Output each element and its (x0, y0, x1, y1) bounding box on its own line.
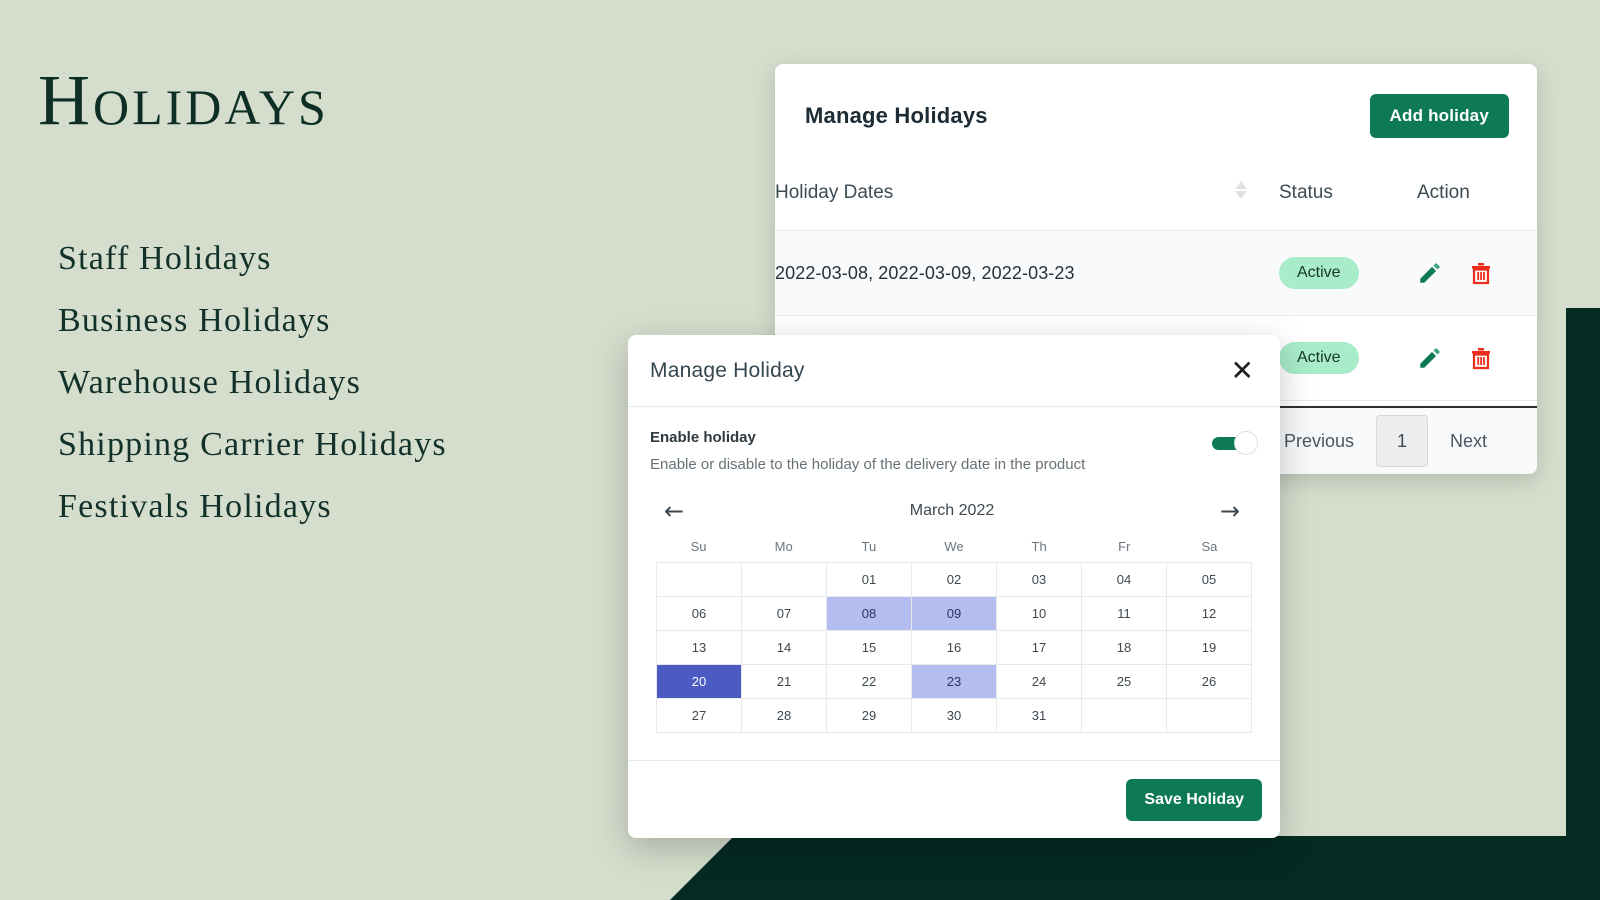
edit-pencil-icon[interactable] (1417, 260, 1443, 286)
holiday-type-list: Staff Holidays Business Holidays Warehou… (58, 228, 447, 538)
calendar-day-17[interactable]: 17 (997, 631, 1082, 665)
enable-holiday-label: Enable holiday (650, 429, 756, 446)
calendar-day-24[interactable]: 24 (997, 665, 1082, 699)
calendar-day-16[interactable]: 16 (912, 631, 997, 665)
calendar-day-30[interactable]: 30 (912, 699, 997, 733)
calendar-day-23[interactable]: 23 (912, 665, 997, 699)
column-sort-cell (1233, 168, 1279, 231)
modal-footer: Save Holiday (628, 760, 1280, 838)
weekday-label: Th (1031, 539, 1047, 554)
sort-arrows-icon[interactable] (1233, 178, 1249, 202)
list-item: Festivals Holidays (58, 488, 332, 525)
enable-holiday-row: Enable holiday Enable or disable to the … (650, 429, 1258, 473)
calendar-day-20[interactable]: 20 (657, 665, 742, 699)
weekday-label: Tu (861, 539, 877, 554)
calendar-empty-cell (657, 563, 742, 597)
calendar-day-27[interactable]: 27 (657, 699, 742, 733)
calendar-day-26[interactable]: 26 (1167, 665, 1252, 699)
weekday-label: Mo (774, 539, 793, 554)
calendar-day-22[interactable]: 22 (827, 665, 912, 699)
toggle-knob (1234, 431, 1258, 455)
delete-trash-icon[interactable] (1469, 260, 1493, 286)
calendar-empty-cell (1167, 699, 1252, 733)
table-row: 2022-03-08, 2022-03-09, 2022-03-23 Activ… (775, 230, 1537, 316)
manage-holiday-modal: Manage Holiday ✕ Enable holiday Enable o… (628, 335, 1280, 838)
status-badge: Active (1279, 342, 1359, 374)
calendar-weekday-row: Su Mo Tu We Th Fr Sa (650, 539, 1258, 554)
calendar: ← March 2022 → Su Mo Tu We Th Fr Sa 01 02… (650, 499, 1258, 733)
weekday-label: We (944, 539, 964, 554)
card-header: Manage Holidays Add holiday (775, 64, 1537, 168)
row-dates: 2022-03-08, 2022-03-09, 2022-03-23 (775, 230, 1233, 316)
calendar-month-label: March 2022 (909, 502, 995, 519)
modal-title: Manage Holiday (650, 358, 805, 382)
prev-month-arrow-icon[interactable]: ← (658, 499, 690, 523)
weekday-label: Fr (1118, 539, 1131, 554)
calendar-empty-cell (742, 563, 827, 597)
calendar-day-29[interactable]: 29 (827, 699, 912, 733)
calendar-nav: ← March 2022 → (650, 499, 1258, 523)
calendar-day-04[interactable]: 04 (1082, 563, 1167, 597)
calendar-day-02[interactable]: 02 (912, 563, 997, 597)
calendar-day-06[interactable]: 06 (657, 597, 742, 631)
calendar-day-05[interactable]: 05 (1167, 563, 1252, 597)
page-root: Holidays Staff Holidays Business Holiday… (0, 0, 1600, 900)
list-item: Staff Holidays (58, 240, 272, 277)
calendar-day-12[interactable]: 12 (1167, 597, 1252, 631)
calendar-day-03[interactable]: 03 (997, 563, 1082, 597)
edit-pencil-icon[interactable] (1417, 345, 1443, 371)
calendar-day-31[interactable]: 31 (997, 699, 1082, 733)
pagination-page-1[interactable]: 1 (1375, 415, 1428, 467)
calendar-day-18[interactable]: 18 (1082, 631, 1167, 665)
add-holiday-button[interactable]: Add holiday (1369, 94, 1509, 138)
calendar-day-14[interactable]: 14 (742, 631, 827, 665)
calendar-empty-cell (1082, 699, 1167, 733)
row-status: Active (1279, 230, 1417, 316)
column-header-dates[interactable]: Holiday Dates (775, 168, 1233, 231)
list-item: Warehouse Holidays (58, 364, 362, 401)
row-actions (1417, 315, 1537, 401)
calendar-day-07[interactable]: 07 (742, 597, 827, 631)
calendar-day-10[interactable]: 10 (997, 597, 1082, 631)
next-month-arrow-icon[interactable]: → (1214, 499, 1246, 523)
calendar-day-25[interactable]: 25 (1082, 665, 1167, 699)
page-title: Holidays (38, 60, 329, 140)
calendar-day-09[interactable]: 09 (912, 597, 997, 631)
modal-body: Enable holiday Enable or disable to the … (628, 407, 1280, 733)
list-item: Shipping Carrier Holidays (58, 426, 447, 463)
row-actions (1417, 230, 1537, 316)
delete-trash-icon[interactable] (1469, 345, 1493, 371)
enable-holiday-toggle[interactable] (1212, 431, 1258, 455)
pagination-next[interactable]: Next (1428, 431, 1509, 452)
calendar-day-08[interactable]: 08 (827, 597, 912, 631)
list-item: Business Holidays (58, 302, 331, 339)
modal-header: Manage Holiday ✕ (628, 335, 1280, 407)
calendar-day-28[interactable]: 28 (742, 699, 827, 733)
row-status: Active (1279, 315, 1417, 401)
status-badge: Active (1279, 257, 1359, 289)
save-holiday-button[interactable]: Save Holiday (1126, 778, 1262, 821)
table-header-row: Holiday Dates Status Action (775, 168, 1537, 231)
weekday-label: Su (690, 539, 707, 554)
weekday-label: Sa (1201, 539, 1218, 554)
calendar-day-01[interactable]: 01 (827, 563, 912, 597)
calendar-grid: 01 02 03 04 05 06 07 08 09 10 11 12 13 14 15 16 17 18 19 20… (656, 562, 1252, 733)
close-icon[interactable]: ✕ (1229, 356, 1256, 385)
calendar-day-15[interactable]: 15 (827, 631, 912, 665)
row-spacer (1233, 230, 1279, 316)
calendar-day-21[interactable]: 21 (742, 665, 827, 699)
enable-holiday-description: Enable or disable to the holiday of the … (650, 456, 1086, 473)
calendar-day-13[interactable]: 13 (657, 631, 742, 665)
card-title: Manage Holidays (805, 103, 988, 128)
column-header-action: Action (1417, 182, 1470, 203)
calendar-day-19[interactable]: 19 (1167, 631, 1252, 665)
column-header-status: Status (1279, 182, 1333, 203)
calendar-day-11[interactable]: 11 (1082, 597, 1167, 631)
